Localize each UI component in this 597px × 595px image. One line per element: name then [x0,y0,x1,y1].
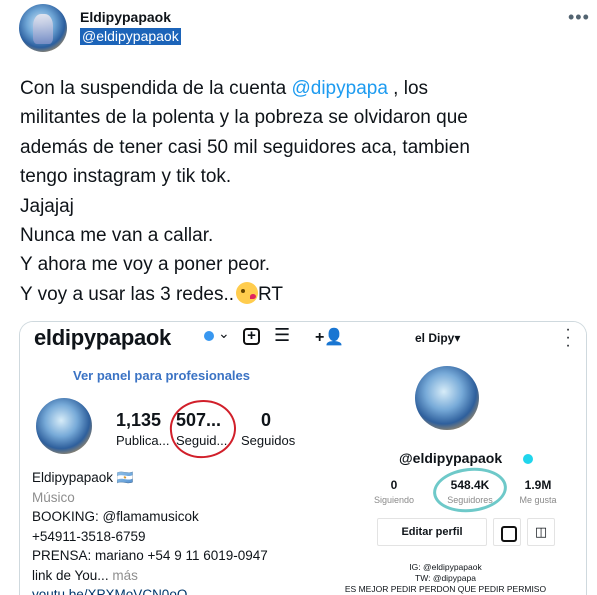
add-post-icon: + [243,328,260,345]
stat-value: 0 [390,478,398,492]
tweet-line: Nunca me van a callar. [20,225,214,247]
tiktok-username: @eldipypapaok [399,450,503,466]
bio-link-text: link de You... [32,567,109,583]
verified-badge-icon [523,454,533,464]
professional-panel-link: Ver panel para profesionales [72,368,251,383]
bio-motto: ES MEJOR PEDIR PERDON QUE PEDIR PERMISO [344,584,547,594]
author-display-name[interactable]: Eldipypapaok [80,9,171,25]
teal-highlight-circle [430,464,510,516]
red-highlight-circle [166,395,240,463]
author-avatar[interactable] [19,4,67,52]
add-user-icon: +👤 [315,329,345,346]
tweet-line: Y voy a usar las 3 redes.. [20,283,235,305]
kissing-face-emoji-icon [236,281,259,304]
tweet-line: Con la suspendida de la cuenta [20,78,292,99]
bio-press: PRENSA: mariano +54 9 11 6019-0947 [32,548,268,563]
bio-booking: BOOKING: @flamamusicok [32,509,199,524]
tweet-line: Y ahora me voy a poner peor. [20,254,270,276]
bio-url: youtu.be/XPXMoVCN0oO [32,587,188,595]
tweet-line: además de tener casi 50 mil seguidores a… [20,136,470,158]
bio-tw: TW: @dipypapa [415,573,476,583]
tweet-line: Jajajaj [20,195,74,217]
stat-likes: 1.9M Me gusta [503,478,573,505]
tweet-line: tengo instagram y tik tok. [20,166,232,188]
bio-ig: IG: @eldipypapaok [409,562,482,572]
instagram-profile-screenshot: eldipypapaok ⌄ + ☰ Ver panel para profes… [20,322,303,595]
stat-value: 1.9M [524,478,552,492]
chevron-down-icon: ⌄ [218,325,230,341]
bio-category: Músico [32,489,75,505]
tiktok-title-text: el Dipy [415,331,455,345]
stat-value: 0 [260,410,271,430]
more-vertical-icon: · · · [565,321,571,354]
instagram-profile-picture [36,398,92,454]
tweet-media-image[interactable]: eldipypapaok ⌄ + ☰ Ver panel para profes… [19,321,587,595]
argentina-flag-icon: 🇦🇷 [116,470,134,485]
stat-following: 0 Siguiendo [359,478,429,505]
tweet-line: , los [387,78,429,99]
tweet-text: Con la suspendida de la cuenta @dipypapa… [20,74,580,309]
stat-label: Seguidos [241,433,296,448]
stat-label: Siguiendo [373,495,415,505]
instagram-username: eldipypapaok [34,325,171,350]
bio-more: más [112,567,138,583]
tweet-line: RT [258,283,284,305]
edit-profile-button: Editar perfil [377,518,487,546]
tiktok-profile-picture [415,366,479,430]
stat-value: 1,135 [116,410,162,430]
bookmark-icon: ◫ [527,518,555,546]
caret-down-icon: ▾ [454,331,461,345]
instagram-bio: Eldipypapaok 🇦🇷 Músico BOOKING: @flamamu… [32,468,268,595]
verified-badge-icon [204,331,214,341]
tiktok-profile-screenshot: +👤 el Dipy▾ · · · @eldipypapaok 0 Siguiend… [303,321,586,595]
stat-label: Me gusta [519,495,557,505]
author-handle[interactable]: @eldipypapaok [80,28,181,45]
hamburger-menu-icon: ☰ [274,325,291,345]
mention-link[interactable]: @dipypapa [291,78,387,99]
bio-name: Eldipypapaok [32,470,114,485]
stat-posts: 1,135 Publica... [116,410,169,448]
tiktok-title: el Dipy▾ [415,331,460,345]
tweet-line: militantes de la polenta y la pobreza se… [20,107,468,129]
stat-following: 0 Seguidos [241,410,296,448]
more-options-icon[interactable]: ••• [568,8,590,26]
bio-phone: +54911-3518-6759 [32,528,146,544]
stat-label: Publica... [116,433,170,448]
tiktok-bio: IG: @eldipypapaok TW: @dipypapa ES MEJOR… [303,562,586,595]
instagram-icon [493,518,521,546]
